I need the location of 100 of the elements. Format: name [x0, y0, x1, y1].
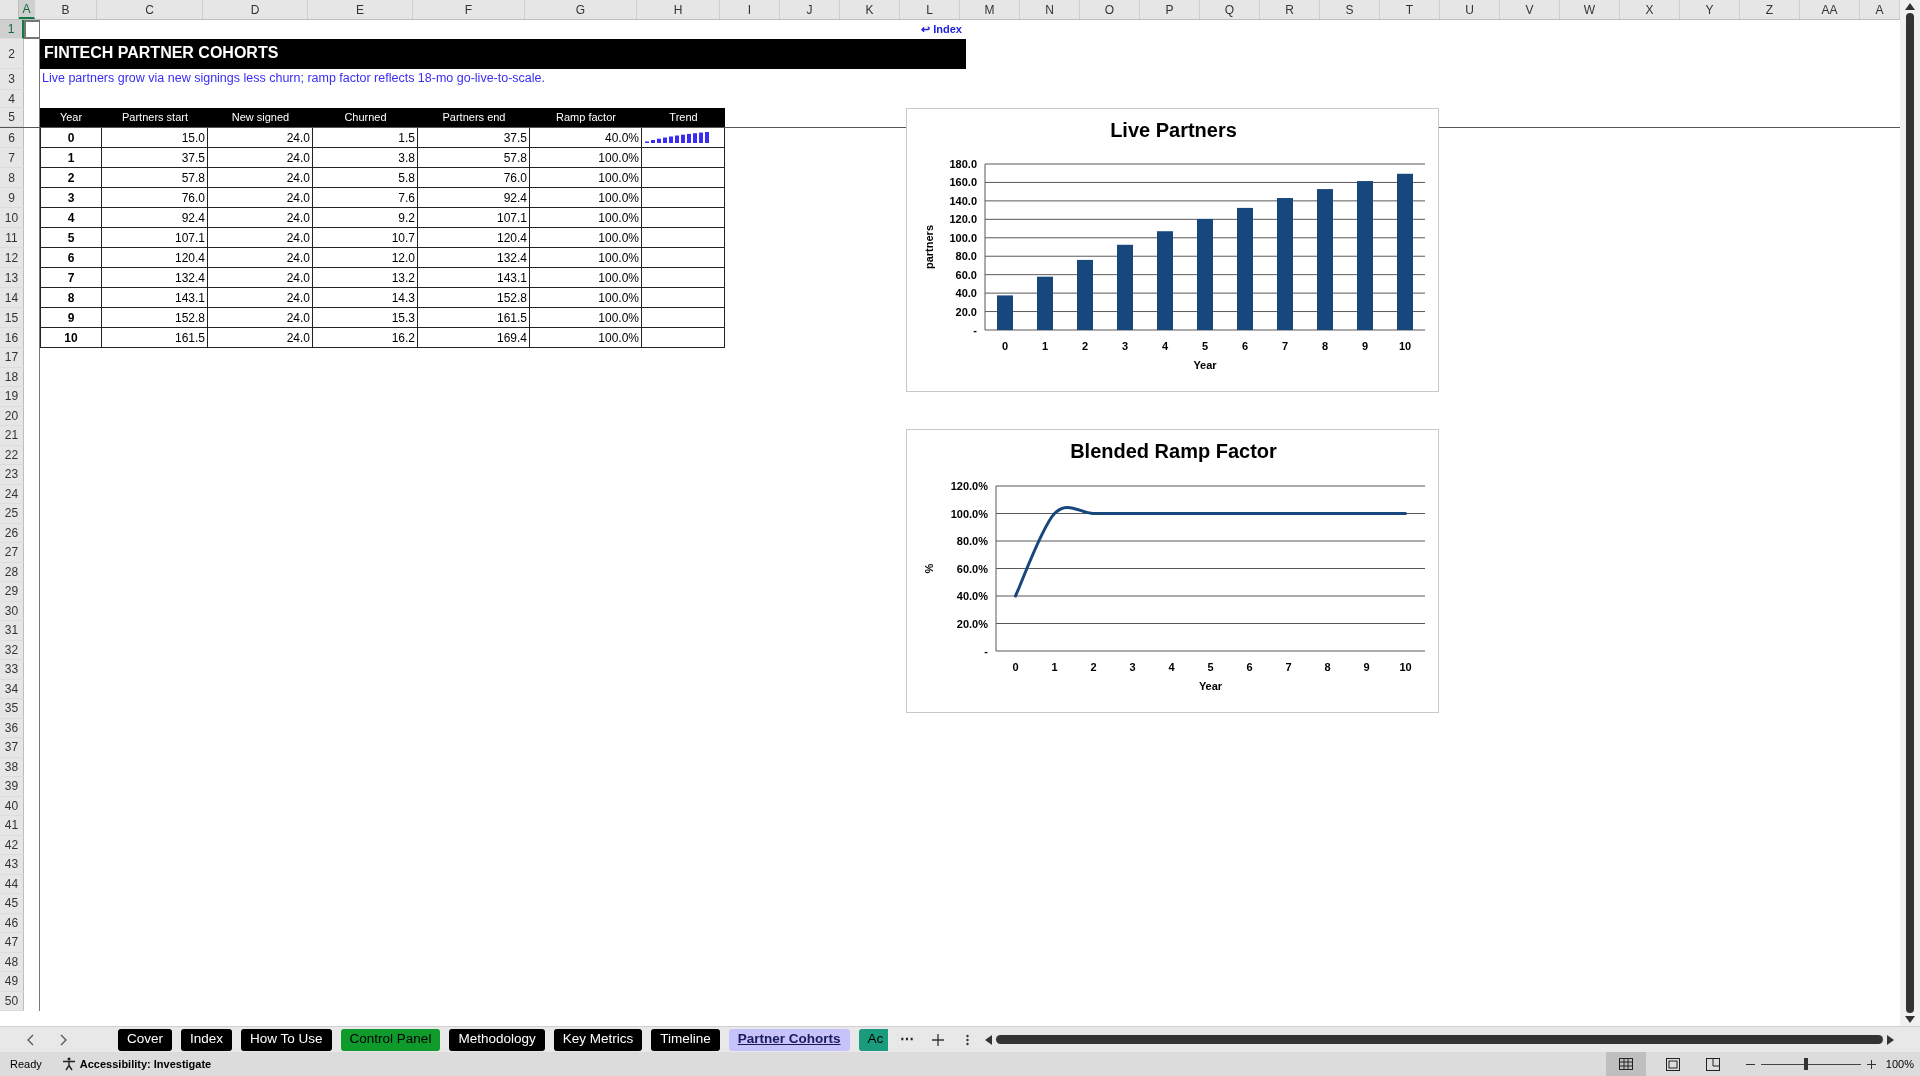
row-number[interactable]: 46: [0, 913, 24, 933]
row-number[interactable]: 28: [0, 562, 24, 582]
column-letter[interactable]: U: [1440, 0, 1500, 19]
row-number[interactable]: 25: [0, 504, 24, 524]
sheet-tab[interactable]: Index: [181, 1028, 233, 1051]
column-letter[interactable]: R: [1260, 0, 1320, 19]
row-number[interactable]: 31: [0, 621, 24, 641]
row-number[interactable]: 16: [0, 328, 24, 348]
row-number[interactable]: 4: [0, 90, 24, 108]
page-break-icon[interactable]: [1705, 1057, 1720, 1071]
column-letter[interactable]: AA: [1800, 0, 1860, 19]
down-arrow-icon[interactable]: [1905, 1016, 1915, 1024]
column-letter[interactable]: B: [35, 0, 97, 19]
accessibility-icon[interactable]: [61, 1057, 76, 1071]
normal-view-button[interactable]: [1605, 1052, 1646, 1076]
row-number[interactable]: 21: [0, 426, 24, 446]
column-letter[interactable]: G: [525, 0, 637, 19]
column-letter[interactable]: E: [308, 0, 413, 19]
row-number[interactable]: 8: [0, 168, 24, 188]
column-letter[interactable]: W: [1560, 0, 1620, 19]
index-link[interactable]: ↩ Index: [921, 21, 966, 38]
options-icon[interactable]: [966, 1033, 969, 1046]
row-number[interactable]: 34: [0, 679, 24, 699]
horizontal-scrollbar[interactable]: [996, 1035, 1883, 1044]
page-layout-icon[interactable]: [1665, 1057, 1680, 1071]
row-number[interactable]: 48: [0, 952, 24, 972]
row-number[interactable]: 12: [0, 248, 24, 268]
column-letter[interactable]: F: [413, 0, 525, 19]
column-letter[interactable]: Y: [1680, 0, 1740, 19]
row-number[interactable]: 27: [0, 543, 24, 563]
column-letter[interactable]: S: [1320, 0, 1380, 19]
row-number[interactable]: 45: [0, 894, 24, 914]
row-number[interactable]: 19: [0, 387, 24, 407]
row-number[interactable]: 42: [0, 835, 24, 855]
row-number[interactable]: 36: [0, 718, 24, 738]
row-number[interactable]: 6: [0, 128, 24, 148]
up-arrow-icon[interactable]: [1905, 2, 1915, 10]
row-number[interactable]: 7: [0, 148, 24, 168]
column-letter[interactable]: T: [1380, 0, 1440, 19]
row-number[interactable]: 20: [0, 406, 24, 426]
row-number[interactable]: 14: [0, 288, 24, 308]
row-number[interactable]: 49: [0, 972, 24, 992]
row-number[interactable]: 13: [0, 268, 24, 288]
column-letter[interactable]: C: [97, 0, 203, 19]
zoom-percentage[interactable]: 100%: [1885, 1055, 1914, 1073]
row-number[interactable]: 40: [0, 796, 24, 816]
row-number[interactable]: 11: [0, 228, 24, 248]
row-number[interactable]: 35: [0, 699, 24, 719]
column-letter[interactable]: M: [960, 0, 1020, 19]
scroll-left-icon[interactable]: [985, 1034, 992, 1045]
column-letter[interactable]: D: [203, 0, 308, 19]
sheet-tab[interactable]: Cover: [118, 1028, 172, 1051]
sheet-tab[interactable]: How To Use: [241, 1028, 332, 1051]
row-number[interactable]: 3: [0, 69, 24, 90]
row-number[interactable]: 37: [0, 738, 24, 758]
row-number[interactable]: 38: [0, 757, 24, 777]
row-number[interactable]: 9: [0, 188, 24, 208]
column-letter[interactable]: N: [1020, 0, 1080, 19]
row-number[interactable]: 24: [0, 484, 24, 504]
row-number[interactable]: 44: [0, 874, 24, 894]
row-number[interactable]: 15: [0, 308, 24, 328]
column-letter[interactable]: H: [637, 0, 720, 19]
column-letter[interactable]: V: [1500, 0, 1560, 19]
sheet-tab[interactable]: Timeline: [651, 1028, 720, 1051]
row-number[interactable]: 1: [0, 20, 24, 39]
row-number[interactable]: 26: [0, 523, 24, 543]
zoom-in-icon[interactable]: [1866, 1059, 1876, 1069]
row-number[interactable]: 43: [0, 855, 24, 875]
column-letter[interactable]: Z: [1740, 0, 1800, 19]
sheet-tab[interactable]: Ac: [858, 1028, 888, 1051]
column-letter[interactable]: Q: [1200, 0, 1260, 19]
row-number[interactable]: 10: [0, 208, 24, 228]
row-number[interactable]: 50: [0, 991, 24, 1011]
row-number[interactable]: 18: [0, 367, 24, 387]
row-number[interactable]: 2: [0, 39, 24, 69]
row-number[interactable]: 30: [0, 601, 24, 621]
row-number[interactable]: 47: [0, 933, 24, 953]
column-letter[interactable]: P: [1140, 0, 1200, 19]
column-letter[interactable]: J: [780, 0, 840, 19]
zoom-slider[interactable]: [1760, 1058, 1861, 1070]
column-letter[interactable]: L: [900, 0, 960, 19]
sheet-tab[interactable]: Key Metrics: [553, 1028, 643, 1051]
scroll-right-icon[interactable]: [1887, 1034, 1894, 1045]
add-sheet-icon[interactable]: [932, 1033, 944, 1046]
column-letter[interactable]: K: [840, 0, 900, 19]
scroll-left-icon[interactable]: [26, 1033, 36, 1046]
row-number[interactable]: 32: [0, 640, 24, 660]
row-number[interactable]: 39: [0, 777, 24, 797]
scroll-right-icon[interactable]: [58, 1033, 68, 1046]
column-letter[interactable]: O: [1080, 0, 1140, 19]
row-number[interactable]: 23: [0, 465, 24, 485]
column-letter[interactable]: I: [720, 0, 780, 19]
row-number[interactable]: 33: [0, 660, 24, 680]
accessibility-status[interactable]: Accessibility: Investigate: [79, 1055, 212, 1073]
more-tabs-icon[interactable]: ⋯: [900, 1029, 914, 1050]
zoom-slider-thumb[interactable]: [1803, 1058, 1808, 1070]
row-number[interactable]: 5: [0, 108, 24, 127]
column-letter[interactable]: X: [1620, 0, 1680, 19]
sheet-tab[interactable]: Control Panel: [340, 1028, 441, 1051]
column-letter[interactable]: A: [19, 0, 35, 19]
